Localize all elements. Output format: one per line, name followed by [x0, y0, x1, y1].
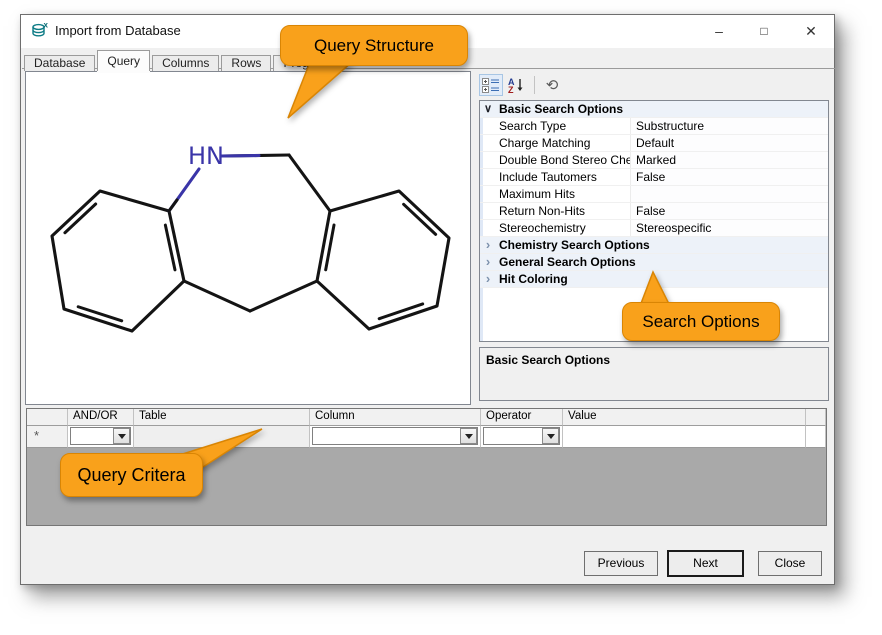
- bond: [184, 281, 250, 311]
- dropdown-arrow-icon[interactable]: [460, 428, 477, 444]
- window-title: Import from Database: [55, 23, 181, 38]
- property-row-double-bond-stereo-check[interactable]: Double Bond Stereo CheckMarked: [480, 152, 828, 169]
- minimize-button[interactable]: –: [703, 17, 735, 45]
- property-row-stereochemistry[interactable]: StereochemistryStereospecific: [480, 220, 828, 237]
- property-description-panel: Basic Search Options: [479, 347, 829, 401]
- criteria-cell-column-combobox[interactable]: [312, 427, 478, 445]
- bond: [289, 155, 330, 211]
- property-name: Charge Matching: [480, 135, 631, 151]
- chevron-right-icon[interactable]: ›: [480, 271, 496, 287]
- criteria-header-column: Column: [310, 409, 481, 426]
- criteria-cell-table[interactable]: [134, 426, 310, 448]
- criteria-cell-column[interactable]: [310, 426, 481, 448]
- dropdown-arrow-icon[interactable]: [542, 428, 559, 444]
- criteria-cell-andor[interactable]: [68, 426, 134, 448]
- bond: [379, 304, 423, 319]
- criteria-header-value: Value: [563, 409, 806, 426]
- property-name: Include Tautomers: [480, 169, 631, 185]
- property-value[interactable]: False: [631, 169, 828, 185]
- alphabetical-sort-icon[interactable]: A Z: [504, 74, 528, 96]
- next-button[interactable]: Next: [667, 550, 744, 577]
- chevron-down-icon[interactable]: ∨: [480, 101, 496, 117]
- property-row-charge-matching[interactable]: Charge MatchingDefault: [480, 135, 828, 152]
- reset-icon[interactable]: ⟲: [540, 74, 564, 96]
- property-category-basic-search-options[interactable]: ∨Basic Search Options: [480, 101, 828, 118]
- chevron-right-icon[interactable]: ›: [480, 237, 496, 253]
- database-app-icon: x: [31, 22, 49, 40]
- property-name: Double Bond Stereo Check: [480, 152, 631, 168]
- property-grid-toolbar: A Z ⟲: [479, 72, 829, 98]
- nh-atom-label: HN: [188, 142, 224, 170]
- criteria-cell-andor-combobox[interactable]: [70, 427, 131, 445]
- criteria-header-operator: Operator: [481, 409, 563, 426]
- svg-text:Z: Z: [508, 85, 514, 94]
- criteria-header-and-or: AND/OR: [68, 409, 134, 426]
- molecule-drawing: HN: [26, 72, 470, 404]
- property-row-maximum-hits[interactable]: Maximum Hits: [480, 186, 828, 203]
- property-value[interactable]: Marked: [631, 152, 828, 168]
- criteria-cell-operator-combobox[interactable]: [483, 427, 560, 445]
- categorized-view-icon[interactable]: [479, 74, 503, 96]
- property-category-general-search-options[interactable]: ›General Search Options: [480, 254, 828, 271]
- property-value[interactable]: Substructure: [631, 118, 828, 134]
- property-value[interactable]: False: [631, 203, 828, 219]
- callout-query-structure: Query Structure: [280, 25, 468, 66]
- criteria-header-blank: [806, 409, 826, 426]
- toolbar-separator: [534, 76, 535, 94]
- property-row-include-tautomers[interactable]: Include TautomersFalse: [480, 169, 828, 186]
- category-label: General Search Options: [496, 254, 636, 270]
- benzene-ring: [317, 191, 449, 329]
- close-button[interactable]: Close: [758, 551, 822, 576]
- bond: [250, 281, 317, 311]
- previous-button[interactable]: Previous: [584, 551, 658, 576]
- tab-database[interactable]: Database: [24, 55, 95, 71]
- tab-columns[interactable]: Columns: [152, 55, 219, 71]
- svg-text:x: x: [44, 22, 49, 30]
- maximize-button[interactable]: □: [748, 17, 780, 45]
- callout-search-options: Search Options: [622, 302, 780, 341]
- new-row-marker: *: [27, 426, 67, 446]
- property-row-search-type[interactable]: Search TypeSubstructure: [480, 118, 828, 135]
- criteria-cell-extra[interactable]: [806, 426, 826, 448]
- property-row-return-non-hits[interactable]: Return Non-HitsFalse: [480, 203, 828, 220]
- criteria-cell-operator[interactable]: [481, 426, 563, 448]
- property-name: Stereochemistry: [480, 220, 631, 236]
- criteria-header-table: Table: [134, 409, 310, 426]
- import-from-database-dialog: x Import from Database – □ ✕ DatabaseQue…: [20, 14, 835, 585]
- bond: [78, 307, 122, 321]
- query-structure-canvas[interactable]: HN: [25, 71, 471, 405]
- property-value[interactable]: [631, 186, 828, 202]
- category-label: Chemistry Search Options: [496, 237, 650, 253]
- close-window-button[interactable]: ✕: [795, 17, 827, 45]
- property-name: Search Type: [480, 118, 631, 134]
- property-name: Return Non-Hits: [480, 203, 631, 219]
- chevron-right-icon[interactable]: ›: [480, 254, 496, 270]
- dropdown-arrow-icon[interactable]: [113, 428, 130, 444]
- bond: [169, 200, 177, 211]
- bond: [222, 156, 259, 157]
- property-category-hit-coloring[interactable]: ›Hit Coloring: [480, 271, 828, 288]
- property-value[interactable]: Default: [631, 135, 828, 151]
- category-label: Basic Search Options: [496, 101, 623, 117]
- category-label: Hit Coloring: [496, 271, 568, 287]
- property-category-chemistry-search-options[interactable]: ›Chemistry Search Options: [480, 237, 828, 254]
- criteria-header-blank: [27, 409, 68, 426]
- criteria-row-header: *: [27, 426, 68, 448]
- property-name: Maximum Hits: [480, 186, 631, 202]
- screenshot-stage: x Import from Database – □ ✕ DatabaseQue…: [0, 0, 882, 635]
- property-description-title: Basic Search Options: [480, 348, 828, 367]
- callout-query-criteria: Query Critera: [60, 453, 203, 497]
- tab-query[interactable]: Query: [97, 50, 150, 71]
- benzene-ring: [52, 191, 184, 331]
- tab-rows[interactable]: Rows: [221, 55, 271, 71]
- property-value[interactable]: Stereospecific: [631, 220, 828, 236]
- criteria-cell-value[interactable]: [563, 426, 806, 448]
